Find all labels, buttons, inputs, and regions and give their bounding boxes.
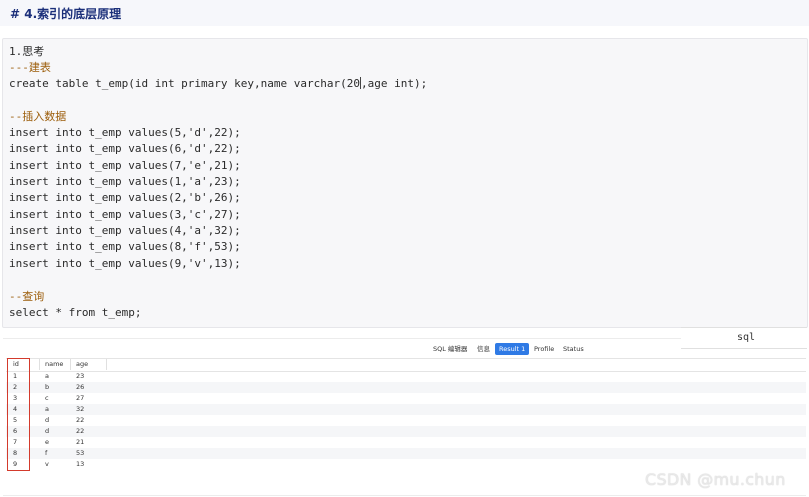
tab-profile[interactable]: Profile — [534, 343, 554, 355]
code-line-9: insert into t_emp values(1,'a',23); — [9, 175, 241, 188]
code-line-3-end: ,age int); — [361, 77, 428, 90]
table-row[interactable]: 2 b 26 — [6, 382, 806, 393]
table-row[interactable]: 8 f 53 — [6, 448, 806, 459]
tab-sql-editor[interactable]: SQL 编辑器 — [433, 343, 467, 355]
table-row[interactable]: 4 a 32 — [6, 404, 806, 415]
cell-age: 53 — [76, 449, 85, 457]
cell-name: d — [45, 427, 50, 435]
cell-name: b — [45, 383, 50, 391]
cell-name: d — [45, 416, 50, 424]
table-row[interactable]: 1 a 23 — [6, 371, 806, 382]
cell-age: 21 — [76, 438, 85, 446]
cell-name: v — [45, 460, 49, 468]
csdn-watermark: CSDN @mu.chun — [645, 470, 786, 489]
cell-name: f — [45, 449, 48, 457]
result-grid-header — [6, 358, 806, 372]
column-separator — [106, 359, 107, 370]
table-row[interactable]: 9 v 13 — [6, 459, 806, 470]
code-line-1: 1.思考 — [9, 45, 45, 58]
cell-age: 22 — [76, 416, 85, 424]
code-line-2: ---建表 — [9, 61, 51, 74]
cell-name: a — [45, 372, 49, 380]
code-line-14: insert into t_emp values(9,'v',13); — [9, 257, 241, 270]
code-line-16: --查询 — [9, 290, 45, 303]
cell-name: e — [45, 438, 49, 446]
code-line-3: create table t_emp(id int primary key,na… — [9, 76, 427, 92]
code-line-8: insert into t_emp values(7,'e',21); — [9, 159, 241, 172]
column-separator — [39, 359, 40, 370]
table-row[interactable]: 6 d 22 — [6, 426, 806, 437]
cell-age: 32 — [76, 405, 85, 413]
code-line-5: --插入数据 — [9, 110, 67, 123]
code-language-label: sql — [737, 332, 756, 343]
cell-age: 13 — [76, 460, 85, 468]
column-separator — [70, 359, 71, 370]
cell-age: 27 — [76, 394, 85, 402]
table-row[interactable]: 3 c 27 — [6, 393, 806, 404]
column-header-name[interactable]: name — [45, 360, 63, 368]
cell-age: 23 — [76, 372, 85, 380]
column-header-age[interactable]: age — [76, 360, 88, 368]
tab-info[interactable]: 信息 — [477, 343, 490, 355]
cell-age: 26 — [76, 383, 85, 391]
code-line-3-start: create table t_emp(id int primary key,na… — [9, 77, 360, 90]
id-column-highlight — [7, 358, 30, 471]
code-line-17: select * from t_emp; — [9, 306, 142, 319]
code-line-12: insert into t_emp values(4,'a',32); — [9, 224, 241, 237]
code-line-13: insert into t_emp values(8,'f',53); — [9, 240, 241, 253]
section-heading: # 4.索引的底层原理 — [10, 7, 122, 21]
code-line-11: insert into t_emp values(3,'c',27); — [9, 208, 241, 221]
code-line-7: insert into t_emp values(6,'d',22); — [9, 142, 241, 155]
cell-name: c — [45, 394, 49, 402]
heading-bar — [0, 0, 809, 26]
table-row[interactable]: 5 d 22 — [6, 415, 806, 426]
code-line-6: insert into t_emp values(5,'d',22); — [9, 126, 241, 139]
code-line-10: insert into t_emp values(2,'b',26); — [9, 191, 241, 204]
table-row[interactable]: 7 e 21 — [6, 437, 806, 448]
tab-result-1[interactable]: Result 1 — [495, 343, 530, 355]
cell-name: a — [45, 405, 49, 413]
cell-age: 22 — [76, 427, 85, 435]
tab-status[interactable]: Status — [563, 343, 584, 355]
